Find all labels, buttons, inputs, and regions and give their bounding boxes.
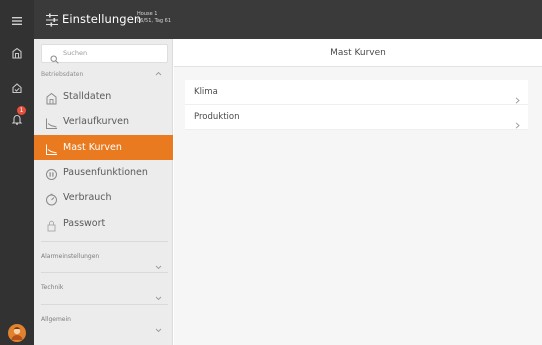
gauge-icon (45, 191, 58, 206)
sidebar-item-label: Verbrauch (63, 192, 112, 203)
sidebar-item-label: Verlaufkurven (63, 116, 129, 127)
divider (41, 304, 168, 305)
lock-icon (45, 217, 58, 232)
barn-icon[interactable] (0, 44, 34, 63)
panel-title: Mast Kurven (330, 48, 386, 58)
sidebar-item-pausenfunktionen[interactable]: Pausenfunktionen (34, 160, 173, 185)
chevron-right-icon (515, 89, 520, 104)
chevron-right-icon (515, 114, 520, 129)
divider (41, 241, 168, 242)
left-rail: 1 (0, 0, 34, 345)
chevron-up-icon (155, 71, 162, 76)
panel-header: Mast Kurven (174, 39, 542, 67)
chevron-down-icon (155, 318, 162, 333)
divider (41, 272, 168, 273)
sidebar-item-label: Pausenfunktionen (63, 167, 148, 178)
section-label: Betriebsdaten (41, 71, 84, 78)
group-label: Alarmeinstellungen (41, 253, 100, 260)
barn-icon (45, 90, 58, 105)
house-date: 06/51, Tag 61 (137, 18, 172, 24)
search-icon (50, 49, 59, 64)
list-item-produktion[interactable]: Produktion (185, 105, 528, 130)
menu-icon[interactable] (0, 12, 34, 31)
sidebar-item-passwort[interactable]: Passwort (34, 211, 173, 236)
house-info[interactable]: House 1 06/51, Tag 61 (137, 11, 171, 25)
chevron-down-icon (155, 255, 162, 270)
group-label: Allgemein (41, 316, 71, 323)
sidebar-item-label: Stalldaten (63, 91, 112, 102)
group-label: Technik (41, 284, 64, 291)
list-item-label: Produktion (194, 112, 240, 122)
line-chart-icon (45, 141, 58, 155)
section-header-betriebsdaten[interactable]: Betriebsdaten (41, 71, 168, 78)
group-technik[interactable]: Technik (41, 278, 168, 301)
house-name: House 1 (137, 11, 158, 17)
sliders-icon (46, 12, 58, 27)
list-item-klima[interactable]: Klima (185, 80, 528, 105)
group-alarmeinstellungen[interactable]: Alarmeinstellungen (41, 247, 168, 270)
curve-list: Klima Produktion (185, 80, 528, 130)
avatar[interactable] (8, 324, 26, 342)
search-input[interactable]: Suchen (41, 44, 168, 64)
sidebar-item-verlaufkurven[interactable]: Verlaufkurven (34, 109, 173, 134)
notification-badge: 1 (17, 106, 26, 115)
line-chart-icon (45, 115, 58, 129)
search-placeholder: Suchen (63, 49, 88, 57)
sidebar-item-mast-kurven[interactable]: Mast Kurven (34, 135, 173, 160)
top-bar: Einstellungen House 1 06/51, Tag 61 (34, 0, 542, 39)
clipboard-icon[interactable] (0, 79, 34, 98)
sidebar-item-label: Passwort (63, 218, 106, 229)
sidebar-item-verbrauch[interactable]: Verbrauch (34, 185, 173, 210)
chevron-down-icon (155, 286, 162, 301)
page-title: Einstellungen (62, 12, 142, 26)
sidebar-item-stalldaten[interactable]: Stalldaten (34, 84, 173, 109)
main-panel: Mast Kurven Klima Produktion (174, 39, 542, 345)
group-allgemein[interactable]: Allgemein (41, 310, 168, 333)
sidebar-item-label: Mast Kurven (63, 142, 122, 153)
list-item-label: Klima (194, 87, 218, 97)
pause-icon (45, 166, 58, 180)
settings-sidebar: Suchen Betriebsdaten Stalldaten Verlaufk… (34, 39, 173, 345)
